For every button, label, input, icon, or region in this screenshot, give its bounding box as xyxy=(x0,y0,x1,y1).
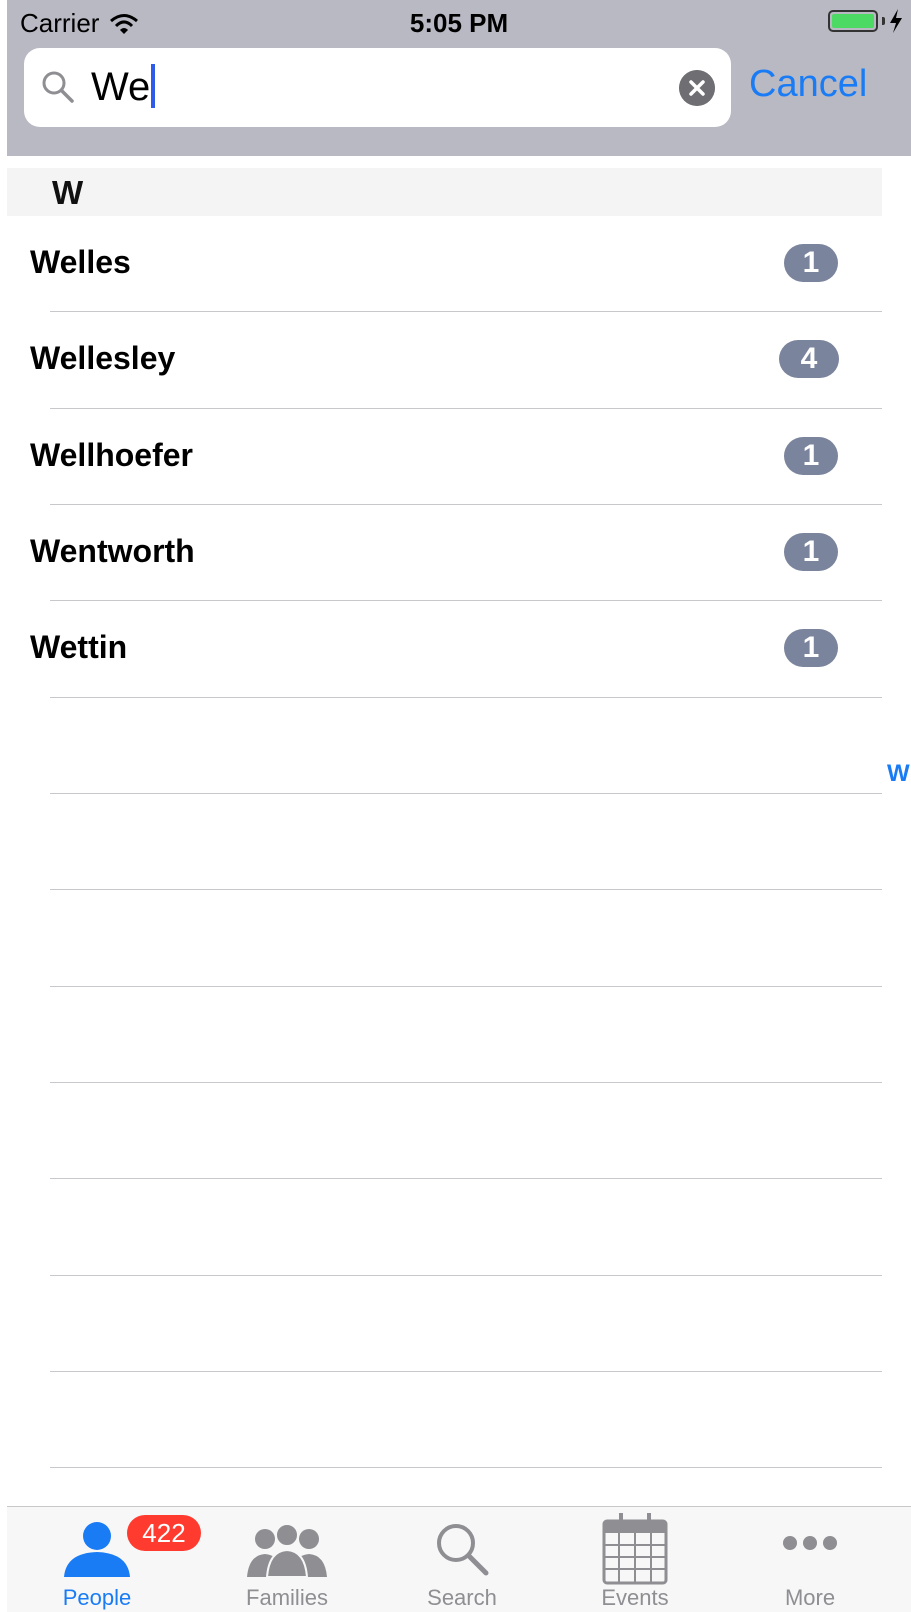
status-right xyxy=(828,9,903,33)
search-icon xyxy=(42,71,74,103)
group-icon xyxy=(247,1523,327,1578)
clear-search-icon[interactable] xyxy=(679,70,715,106)
search-input[interactable]: We xyxy=(24,48,731,127)
empty-row-divider xyxy=(50,793,882,794)
calendar-icon xyxy=(602,1513,668,1585)
empty-row-divider xyxy=(50,1467,882,1468)
count-badge: 1 xyxy=(784,244,838,282)
tab-label: Search xyxy=(427,1585,497,1610)
tab-label: Events xyxy=(601,1585,669,1610)
surname-label: Welles xyxy=(30,244,131,280)
result-row[interactable]: Wellhoefer 1 xyxy=(7,409,882,505)
tab-more[interactable]: More xyxy=(720,1507,900,1612)
text-cursor xyxy=(151,64,156,108)
count-badge: 4 xyxy=(779,340,839,378)
tab-label: People xyxy=(62,1585,132,1610)
person-icon xyxy=(64,1522,130,1577)
tab-label: More xyxy=(784,1585,836,1610)
section-letter: W xyxy=(52,174,84,211)
surname-label: Wellhoefer xyxy=(30,437,193,473)
section-index-w[interactable]: W xyxy=(887,760,910,788)
tab-icon-wrap xyxy=(545,1511,725,1585)
tab-label: Families xyxy=(246,1585,328,1610)
tab-bar: 422 People Families Search Events More xyxy=(7,1506,911,1612)
count-badge: 1 xyxy=(784,533,838,571)
row-divider xyxy=(50,697,882,698)
surname-label: Wettin xyxy=(30,629,128,665)
tab-icon-wrap xyxy=(372,1519,552,1589)
result-row[interactable]: Wellesley 4 xyxy=(7,312,882,408)
battery-icon xyxy=(828,10,878,32)
empty-row-divider xyxy=(50,1178,882,1179)
tab-icon-wrap xyxy=(197,1519,377,1589)
count-badge: 1 xyxy=(784,629,838,667)
charging-icon xyxy=(890,9,902,33)
empty-row-divider xyxy=(50,986,882,987)
surname-label: Wellesley xyxy=(30,340,176,376)
cancel-button[interactable]: Cancel xyxy=(749,63,867,106)
search-icon xyxy=(437,1524,489,1576)
surname-label: Wentworth xyxy=(30,533,195,569)
more-icon xyxy=(783,1536,837,1550)
tab-events[interactable]: Events xyxy=(545,1507,725,1612)
empty-row-divider xyxy=(50,1275,882,1276)
status-time: 5:05 PM xyxy=(409,8,509,38)
empty-row-divider xyxy=(50,1371,882,1372)
result-row[interactable]: Welles 1 xyxy=(7,216,882,312)
app-screen: Carrier 5:05 PM We Cancel W Welles 1 Wel… xyxy=(7,0,911,1612)
tab-people[interactable]: 422 People xyxy=(7,1507,201,1612)
search-header: Carrier 5:05 PM We Cancel xyxy=(7,0,911,156)
people-count-badge: 422 xyxy=(127,1515,201,1551)
battery-cap xyxy=(882,17,885,25)
tab-families[interactable]: Families xyxy=(197,1507,377,1612)
search-text: We xyxy=(91,65,151,109)
empty-row-divider xyxy=(50,1082,882,1083)
result-row[interactable]: Wettin 1 xyxy=(7,601,882,697)
empty-row-divider xyxy=(50,889,882,890)
section-header: W xyxy=(7,168,882,216)
search-value[interactable]: We xyxy=(91,64,156,110)
count-badge: 1 xyxy=(784,437,838,475)
tab-search[interactable]: Search xyxy=(372,1507,552,1612)
result-row[interactable]: Wentworth 1 xyxy=(7,505,882,601)
